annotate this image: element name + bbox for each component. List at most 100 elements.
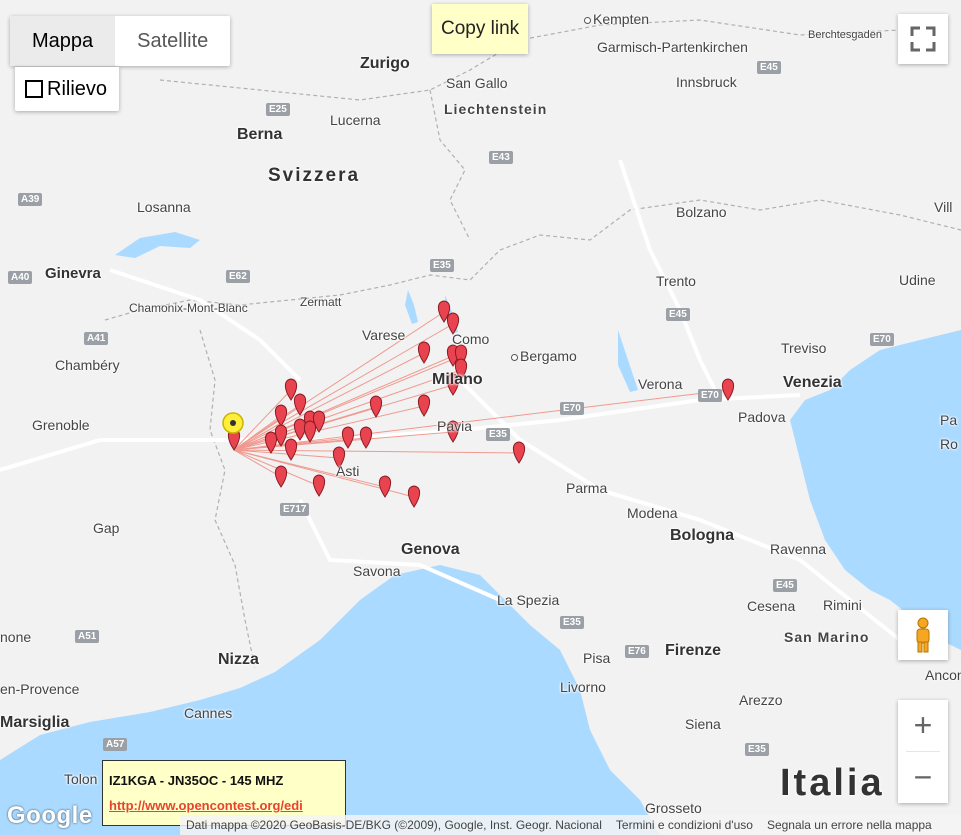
label-cannes: Cannes	[184, 705, 233, 721]
label-ravenna: Ravenna	[770, 541, 827, 557]
label-svizzera: Svizzera	[268, 165, 361, 186]
map-base	[0, 0, 961, 835]
road-shield: E43	[489, 151, 513, 164]
label-varese: Varese	[362, 327, 406, 343]
copy-link-button[interactable]: Copy link	[432, 4, 529, 54]
label-genova: Genova	[401, 541, 460, 558]
google-logo[interactable]: Google	[7, 802, 93, 830]
terrain-label: Rilievo	[47, 77, 108, 100]
road-shield: E35	[486, 428, 510, 441]
label-berna: Berna	[237, 126, 283, 143]
map-type-satellite-button[interactable]: Satellite	[115, 16, 230, 66]
label-udine: Udine	[899, 272, 936, 288]
label-rimini: Rimini	[823, 597, 862, 613]
label-san-gallo: San Gallo	[446, 75, 508, 91]
zoom-control: + −	[898, 700, 948, 803]
label-gap: Gap	[93, 520, 120, 536]
label-siena: Siena	[685, 716, 721, 732]
road-shield: E70	[870, 333, 894, 346]
road-shield: E45	[666, 308, 690, 321]
pegman-icon	[916, 617, 930, 653]
label-chamonix: Chamonix-Mont-Blanc	[129, 301, 248, 315]
zoom-out-button[interactable]: −	[898, 752, 948, 803]
label-milano: Milano	[432, 371, 483, 388]
terrain-toggle[interactable]: Rilievo	[15, 67, 120, 111]
label-en-provence: en-Provence	[0, 681, 80, 697]
label-treviso: Treviso	[781, 340, 827, 356]
label-liechtenstein: Liechtenstein	[444, 101, 548, 117]
road-shield: E45	[757, 61, 781, 74]
road-shield: E76	[625, 645, 649, 658]
road-shield: E717	[280, 503, 310, 516]
label-venezia: Venezia	[783, 374, 842, 391]
road-shield: E62	[226, 270, 250, 283]
fullscreen-button[interactable]	[898, 14, 948, 64]
label-trento: Trento	[656, 273, 696, 289]
home-marker	[222, 412, 244, 434]
road-shield: E70	[560, 402, 584, 415]
label-bologna: Bologna	[670, 527, 734, 544]
label-ro: Ro	[940, 436, 958, 452]
info-title: IZ1KGA - JN35OC - 145 MHZ	[109, 773, 284, 788]
label-berchtesgaden: Berchtesgaden	[808, 29, 882, 41]
road-shield: A57	[103, 738, 128, 751]
label-bergamo: Bergamo	[511, 349, 577, 363]
label-ginevra: Ginevra	[45, 265, 101, 282]
map-canvas[interactable]: Kempten Garmisch-Partenkirchen Berchtesg…	[0, 0, 961, 835]
map-type-control: Mappa Satellite	[10, 16, 231, 66]
label-livorno: Livorno	[560, 679, 606, 695]
label-san-marino: San Marino	[784, 629, 870, 645]
fullscreen-icon	[910, 26, 936, 52]
label-kempten: Kempten	[584, 12, 649, 26]
road-shield: A51	[75, 630, 100, 643]
label-pisa: Pisa	[583, 650, 611, 666]
label-marsiglia: Marsiglia	[0, 714, 70, 731]
map-type-mappa-button[interactable]: Mappa	[10, 16, 116, 66]
road-shield: A41	[84, 332, 109, 345]
label-pavia: Pavia	[437, 418, 473, 434]
label-parma: Parma	[566, 480, 608, 496]
label-grosseto: Grosseto	[645, 800, 702, 816]
terms-link[interactable]: Termini e condizioni d'uso	[616, 818, 753, 832]
label-modena: Modena	[627, 505, 678, 521]
terrain-checkbox[interactable]	[25, 80, 43, 98]
label-grenoble: Grenoble	[32, 417, 90, 433]
label-cesena: Cesena	[747, 598, 796, 614]
road-shield: E25	[266, 103, 290, 116]
label-losanna: Losanna	[137, 199, 191, 215]
label-nizza: Nizza	[218, 651, 259, 668]
zoom-in-button[interactable]: +	[898, 700, 948, 751]
map-data-attribution: Dati mappa ©2020 GeoBasis-DE/BKG (©2009)…	[186, 818, 602, 832]
label-verona: Verona	[638, 376, 683, 392]
label-como: Como	[452, 331, 490, 347]
label-zurigo: Zurigo	[360, 55, 410, 72]
label-lucerna: Lucerna	[330, 112, 381, 128]
label-savona: Savona	[353, 563, 401, 579]
label-italia: Italia	[780, 762, 885, 804]
road-shield: A39	[18, 193, 43, 206]
label-none: none	[0, 629, 32, 645]
report-error-link[interactable]: Segnala un errore nella mappa	[767, 818, 932, 832]
road-shield: A40	[8, 271, 33, 284]
label-vill: Vill	[934, 199, 953, 215]
label-tolon: Tolon	[64, 771, 98, 787]
label-asti: Asti	[336, 463, 360, 479]
label-padova: Padova	[738, 409, 786, 425]
label-la-spezia: La Spezia	[497, 592, 560, 608]
road-shield: E70	[698, 389, 722, 402]
label-arezzo: Arezzo	[739, 692, 783, 708]
label-garmisch: Garmisch-Partenkirchen	[597, 39, 748, 55]
label-firenze: Firenze	[665, 642, 722, 659]
road-shield: E35	[560, 616, 584, 629]
road-shield: E35	[745, 743, 769, 756]
road-shield: E35	[430, 259, 454, 272]
label-chambery: Chambéry	[55, 357, 120, 373]
label-pa: Pa	[940, 412, 958, 428]
label-innsbruck: Innsbruck	[676, 74, 737, 90]
label-zermatt: Zermatt	[300, 295, 342, 309]
info-link[interactable]: http://www.opencontest.org/edi	[109, 798, 303, 813]
attribution-bar: Dati mappa ©2020 GeoBasis-DE/BKG (©2009)…	[180, 815, 961, 835]
street-view-button[interactable]	[898, 610, 948, 660]
label-bolzano: Bolzano	[676, 204, 727, 220]
road-shield: E45	[773, 579, 797, 592]
